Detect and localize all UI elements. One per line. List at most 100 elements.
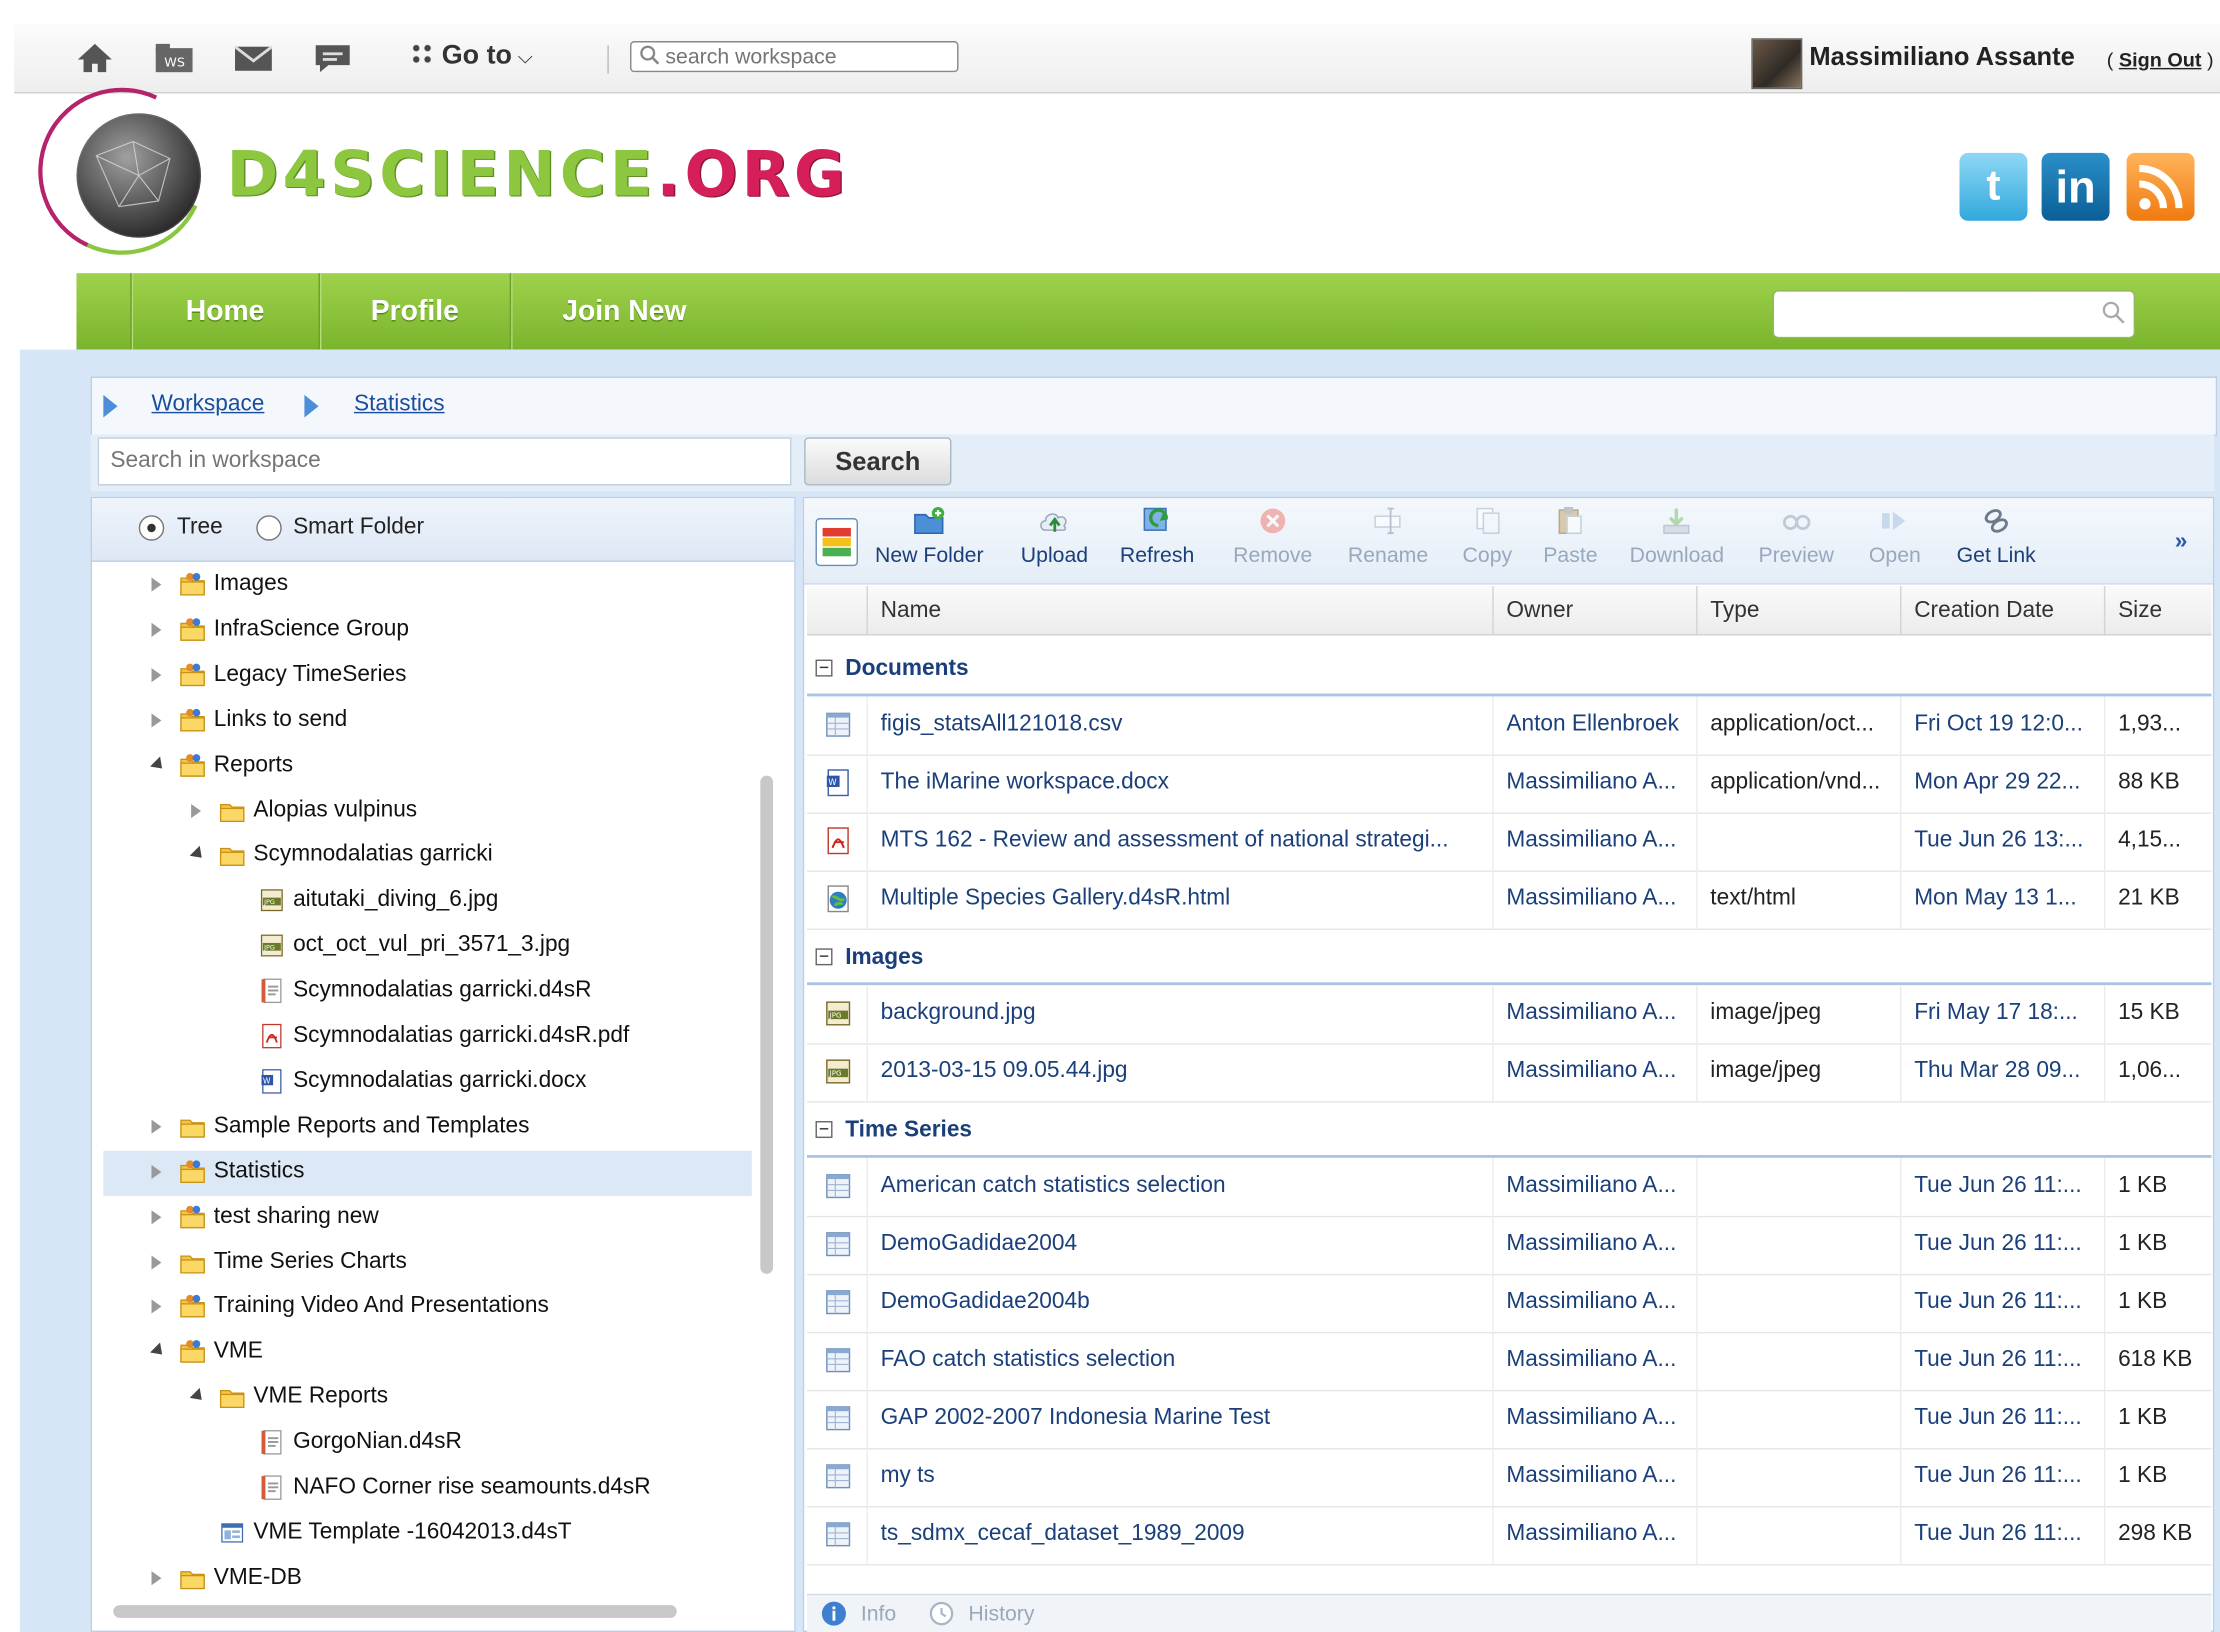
collapsed-arrow-icon[interactable] [191,803,202,818]
tree-item[interactable]: Reports [103,744,751,789]
tree-item[interactable]: Statistics [103,1150,752,1196]
table-row[interactable]: American catch statistics selection Massi… [807,1157,2212,1218]
tree-item[interactable]: W Scymnodalatias garricki.docx [103,1060,751,1105]
home-icon[interactable] [74,41,116,75]
tree-item[interactable]: test sharing new [103,1195,751,1240]
download-button[interactable]: Download [1630,504,1724,568]
tree-item[interactable]: Scymnodalatias garricki.d4sR [103,970,751,1015]
search-button[interactable]: Search [804,437,952,486]
column-header-owner[interactable]: Owner [1506,599,1573,624]
table-row[interactable]: DemoGadidae2004 Massimiliano A... Tue Jun … [807,1215,2212,1276]
sign-out-link[interactable]: ( Sign Out ) [2107,48,2214,71]
smart-folder-radio[interactable] [256,515,282,541]
tree-item[interactable]: Time Series Charts [103,1241,751,1286]
tree-item[interactable]: JPG oct_oct_vul_pri_3571_3.jpg [103,925,751,970]
upload-button[interactable]: Upload [1021,504,1088,568]
twitter-icon[interactable]: t [1959,152,2028,221]
tree-item[interactable]: NAFO Corner rise seamounts.d4sR [103,1466,751,1511]
table-row[interactable]: Multiple Species Gallery.d4sR.html Massim… [807,870,2212,930]
tree-item[interactable]: Training Video And Presentations [103,1286,751,1331]
open-button[interactable]: Open [1869,504,1921,568]
breadcrumb-statistics[interactable]: Statistics [354,392,445,417]
collapsed-arrow-icon[interactable] [151,667,162,682]
tree-item[interactable]: Sample Reports and Templates [103,1105,751,1150]
collapse-icon[interactable] [815,659,833,677]
table-row[interactable]: MTS 162 - Review and assessment of natio… [807,812,2212,872]
search-icon[interactable] [2101,300,2126,325]
rss-icon[interactable] [2126,152,2195,221]
new-folder-button[interactable]: New Folder [875,504,984,568]
group-header[interactable]: Documents [807,645,2212,697]
collapsed-arrow-icon[interactable] [151,1209,162,1224]
group-header[interactable]: Images [807,934,2212,986]
tree-item[interactable]: VME Template -16042013.d4sT [103,1512,751,1557]
user-name[interactable]: Massimiliano Assante [1809,42,2074,72]
goto-menu[interactable]: Go to ⌵ [410,41,533,72]
view-toggle-button[interactable] [815,518,858,567]
column-header-creation-date[interactable]: Creation Date [1914,599,2054,624]
tree-item[interactable]: Links to send [103,699,751,744]
workspace-icon[interactable]: WS [153,41,195,75]
nav-join-new[interactable]: Join New [511,273,738,349]
table-row[interactable]: DemoGadidae2004b Massimiliano A... Tue Jun… [807,1273,2212,1334]
more-toolbar-button[interactable]: » [2175,529,2188,554]
tree-item[interactable]: Images [103,563,751,608]
avatar[interactable] [1751,38,1803,90]
tree-mode-radio[interactable] [138,515,165,541]
nav-home[interactable]: Home [132,273,319,349]
collapsed-arrow-icon[interactable] [151,1164,162,1179]
table-row[interactable]: GAP 2002-2007 Indonesia Marine Test Massi… [807,1389,2212,1450]
collapsed-arrow-icon[interactable] [151,1254,162,1269]
expanded-arrow-icon[interactable] [189,846,207,864]
tree-item[interactable]: Scymnodalatias garricki [103,834,751,879]
site-logo[interactable]: D4SCIENCE.ORG [227,139,850,211]
table-row[interactable]: JPG background.jpg Massimiliano A... image/… [807,985,2212,1045]
group-header[interactable]: Time Series [807,1107,2212,1158]
info-icon[interactable] [821,1601,846,1626]
history-icon[interactable] [929,1601,954,1626]
mail-icon[interactable] [232,41,274,75]
messages-icon[interactable] [311,41,353,75]
table-row[interactable]: figis_statsAll121018.csv Anton Ellenbroek… [807,696,2212,756]
history-tab[interactable]: History [968,1602,1034,1626]
refresh-button[interactable]: Refresh [1120,504,1194,568]
paste-button[interactable]: Paste [1543,504,1598,568]
tree-item[interactable]: VME [103,1331,751,1376]
copy-button[interactable]: Copy [1463,504,1512,568]
column-header-name[interactable]: Name [881,599,941,624]
expanded-arrow-icon[interactable] [150,1342,168,1360]
tree-item[interactable]: GorgoNian.d4sR [103,1421,751,1466]
expanded-arrow-icon[interactable] [189,1388,207,1406]
tree-item[interactable]: Alopias vulpinus [103,789,751,834]
table-row[interactable]: my ts Massimiliano A... Tue Jun 26 11:... 1… [807,1447,2212,1508]
tree-item[interactable]: Scymnodalatias garricki.d4sR.pdf [103,1015,751,1060]
tree-vertical-scrollbar[interactable] [760,775,774,1274]
get-link-button[interactable]: Get Link [1957,504,2036,568]
collapsed-arrow-icon[interactable] [151,1570,162,1586]
collapsed-arrow-icon[interactable] [151,1299,162,1315]
rename-button[interactable]: Rename [1348,504,1428,568]
search-in-workspace-input[interactable] [97,437,792,486]
tree-item[interactable]: InfraScience Group [103,608,751,653]
collapse-icon[interactable] [815,1121,833,1139]
table-row[interactable]: FAO catch statistics selection Massimilia… [807,1331,2212,1392]
linkedin-icon[interactable]: in [2041,152,2110,221]
breadcrumb-workspace[interactable]: Workspace [151,392,264,417]
nav-profile[interactable]: Profile [320,273,510,349]
collapsed-arrow-icon[interactable] [151,577,162,592]
collapsed-arrow-icon[interactable] [151,622,162,637]
table-row[interactable]: JPG 2013-03-15 09.05.44.jpg Massimiliano A… [807,1043,2212,1103]
tree-item[interactable]: VME Reports [103,1376,751,1421]
collapsed-arrow-icon[interactable] [151,712,162,728]
tree-item[interactable]: VME-DB [103,1557,751,1602]
preview-button[interactable]: Preview [1758,504,1834,568]
collapse-icon[interactable] [815,948,833,966]
search-workspace-input[interactable] [630,41,959,73]
column-header-type[interactable]: Type [1710,599,1759,624]
info-tab[interactable]: Info [861,1602,896,1626]
table-row[interactable]: ts_sdmx_cecaf_dataset_1989_2009 Massimili… [807,1506,2212,1566]
tree-horizontal-scrollbar[interactable] [113,1605,677,1618]
column-header-size[interactable]: Size [2118,599,2162,624]
table-row[interactable]: W The iMarine workspace.docx Massimiliano … [807,754,2212,814]
expanded-arrow-icon[interactable] [150,755,168,773]
